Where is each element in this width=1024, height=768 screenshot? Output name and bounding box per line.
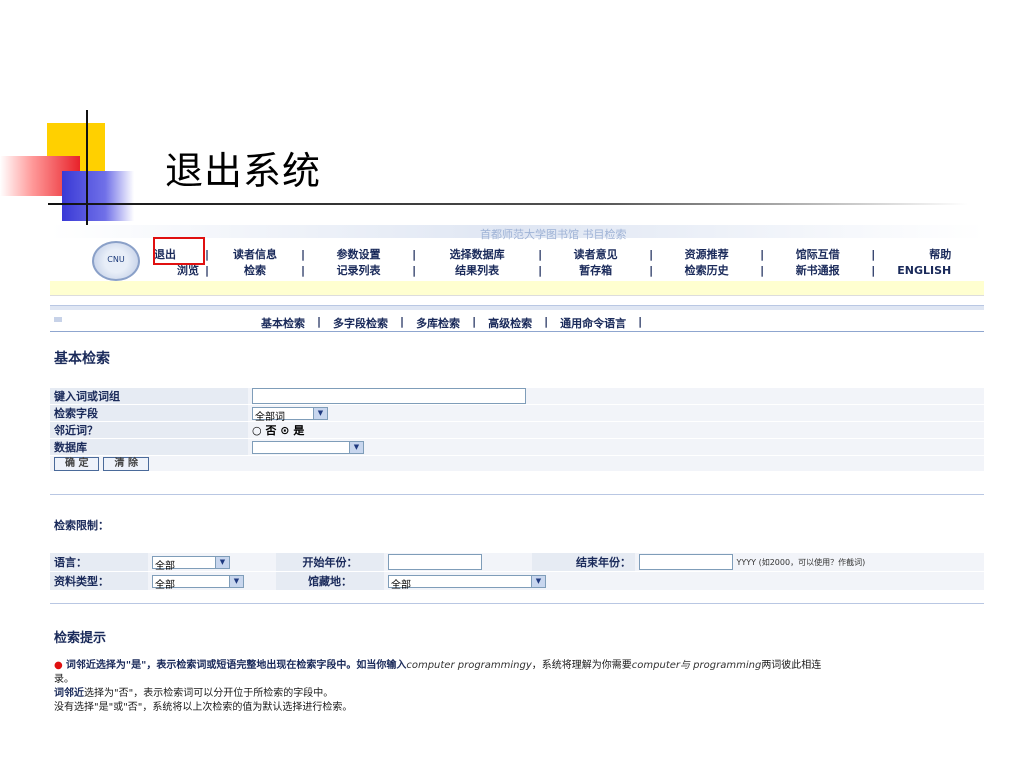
nav-history[interactable]: 检索历史 bbox=[655, 262, 758, 278]
divider bbox=[50, 494, 984, 495]
type-select[interactable]: 全部 ▼ bbox=[152, 574, 244, 591]
nav-result-list[interactable]: 结果列表 bbox=[418, 262, 536, 278]
tab-advanced[interactable]: 高级检索 bbox=[482, 315, 538, 331]
nav-record-list[interactable]: 记录列表 bbox=[307, 262, 410, 278]
slide-title: 退出系统 bbox=[165, 149, 322, 193]
radio-yes-label: 是 bbox=[293, 424, 305, 437]
chevron-down-icon: ▼ bbox=[349, 441, 363, 453]
top-navigation: 首都师范大学图书馆 书目检索 CNU 退出 | 读者信息 | 参数设置 | 选择数据库… bbox=[50, 225, 984, 287]
chevron-down-icon: ▼ bbox=[215, 556, 229, 568]
limits-form: 语言： 全部 ▼ 开始年份： 结束年份： YYYY (如2000，可以使用？作截词… bbox=[50, 553, 984, 591]
slide-deco-hline bbox=[48, 203, 968, 205]
bullet-icon: ● bbox=[54, 660, 63, 671]
adjacent-label: 邻近词？ bbox=[50, 421, 248, 439]
nav-new-books[interactable]: 新书通报 bbox=[766, 262, 869, 278]
tips-line1-i2: computer与 programming bbox=[631, 660, 762, 671]
tab-ccl[interactable]: 通用命令语言 bbox=[554, 315, 632, 331]
end-year-label: 结束年份： bbox=[532, 553, 635, 572]
field-label: 检索字段 bbox=[50, 404, 248, 422]
tab-basic-search[interactable]: 基本检索 bbox=[255, 315, 311, 331]
term-input[interactable] bbox=[252, 388, 526, 404]
radio-no-label: 否 bbox=[265, 424, 277, 437]
year-hint: YYYY (如2000，可以使用？作截词) bbox=[736, 558, 866, 567]
nav-recommend[interactable]: 资源推荐 bbox=[655, 246, 758, 262]
tips-line2: 选择为"否"，表示检索词可以分开位于所检索的字段中。 bbox=[84, 688, 334, 699]
opac-screenshot: 首都师范大学图书馆 书目检索 CNU 退出 | 读者信息 | 参数设置 | 选择数据库… bbox=[50, 225, 984, 750]
nav-help[interactable]: 帮助 bbox=[877, 246, 955, 262]
tab-multi-db[interactable]: 多库检索 bbox=[410, 315, 466, 331]
divider bbox=[50, 603, 984, 604]
nav-preferences[interactable]: 参数设置 bbox=[307, 246, 410, 262]
tips-line1-c: 两词彼此相连 bbox=[761, 660, 822, 671]
library-logo[interactable]: CNU bbox=[92, 241, 140, 281]
tips-title: 检索提示 bbox=[54, 631, 107, 646]
field-select[interactable]: 全部词 ▼ bbox=[252, 406, 328, 423]
nav-search[interactable]: 检索 bbox=[211, 262, 299, 278]
page-title: 基本检索 bbox=[54, 351, 110, 367]
ok-button[interactable]: 确 定 bbox=[54, 457, 100, 471]
chevron-down-icon: ▼ bbox=[531, 575, 545, 587]
slide-deco-blue bbox=[62, 171, 134, 221]
tips-line1-d: 录。 bbox=[54, 674, 74, 685]
chevron-down-icon: ▼ bbox=[313, 407, 327, 419]
db-select[interactable]: ▼ bbox=[252, 440, 364, 454]
tips-line1-a: 词邻近选择为"是"，表示检索词或短语完整地出现在检索字段中。如当你输入 bbox=[65, 660, 407, 671]
exit-highlight-box bbox=[153, 237, 205, 265]
divider-band bbox=[50, 305, 984, 310]
db-label: 数据库 bbox=[50, 438, 248, 456]
clear-button[interactable]: 清 除 bbox=[103, 457, 149, 471]
nav-row-2: 浏览 | 检索 | 记录列表 | 结果列表 | 暂存箱 | 检索历史 | 新书通报 | ENG… bbox=[150, 262, 955, 278]
message-bar bbox=[50, 281, 984, 296]
start-year-label: 开始年份： bbox=[276, 553, 384, 572]
tips-line1-i1: computer programmingy bbox=[406, 660, 532, 671]
tips-line1-b: ，系统将理解为你需要 bbox=[531, 660, 632, 671]
tab-multi-field[interactable]: 多字段检索 bbox=[327, 315, 394, 331]
limits-title: 检索限制： bbox=[54, 519, 109, 532]
nav-reader-info[interactable]: 读者信息 bbox=[211, 246, 299, 262]
radio-no[interactable]: ○ bbox=[252, 424, 262, 437]
tips-line2-b: 词邻近 bbox=[54, 688, 84, 699]
location-select[interactable]: 全部 ▼ bbox=[388, 574, 546, 591]
nav-basket[interactable]: 暂存箱 bbox=[544, 262, 647, 278]
nav-english[interactable]: ENGLISH bbox=[877, 264, 955, 277]
basic-search-form: 键入词或词组 检索字段 全部词 ▼ 邻近词？ ○ 否 ⊙ 是 数据库 ▼ 确 定清… bbox=[50, 388, 984, 472]
nav-select-db[interactable]: 选择数据库 bbox=[418, 246, 536, 262]
tips-line3: 没有选择"是"或"否"，系统将以上次检索的值为默认选择进行检索。 bbox=[54, 702, 353, 713]
banner-text: 首都师范大学图书馆 书目检索 bbox=[480, 228, 627, 241]
location-label: 馆藏地： bbox=[276, 571, 384, 591]
radio-yes[interactable]: ⊙ bbox=[280, 424, 289, 437]
subnav-marker bbox=[54, 317, 62, 322]
end-year-input[interactable] bbox=[639, 554, 733, 570]
term-label: 键入词或词组 bbox=[50, 388, 248, 405]
start-year-input[interactable] bbox=[388, 554, 482, 570]
search-subnav: 基本检索 | 多字段检索 | 多库检索 | 高级检索 | 通用命令语言 | bbox=[50, 313, 984, 332]
nav-row-1: 退出 | 读者信息 | 参数设置 | 选择数据库 | 读者意见 | 资源推荐 | 馆际互借 |… bbox=[150, 246, 955, 262]
type-label: 资料类型： bbox=[50, 571, 148, 591]
nav-ill[interactable]: 馆际互借 bbox=[766, 246, 869, 262]
slide-deco-vline bbox=[86, 110, 88, 230]
nav-feedback[interactable]: 读者意见 bbox=[544, 246, 647, 262]
lang-select[interactable]: 全部 ▼ bbox=[152, 555, 230, 572]
tips-text: ● 词邻近选择为"是"，表示检索词或短语完整地出现在检索字段中。如当你输入com… bbox=[54, 659, 984, 715]
lang-label: 语言： bbox=[50, 553, 148, 572]
chevron-down-icon: ▼ bbox=[229, 575, 243, 587]
